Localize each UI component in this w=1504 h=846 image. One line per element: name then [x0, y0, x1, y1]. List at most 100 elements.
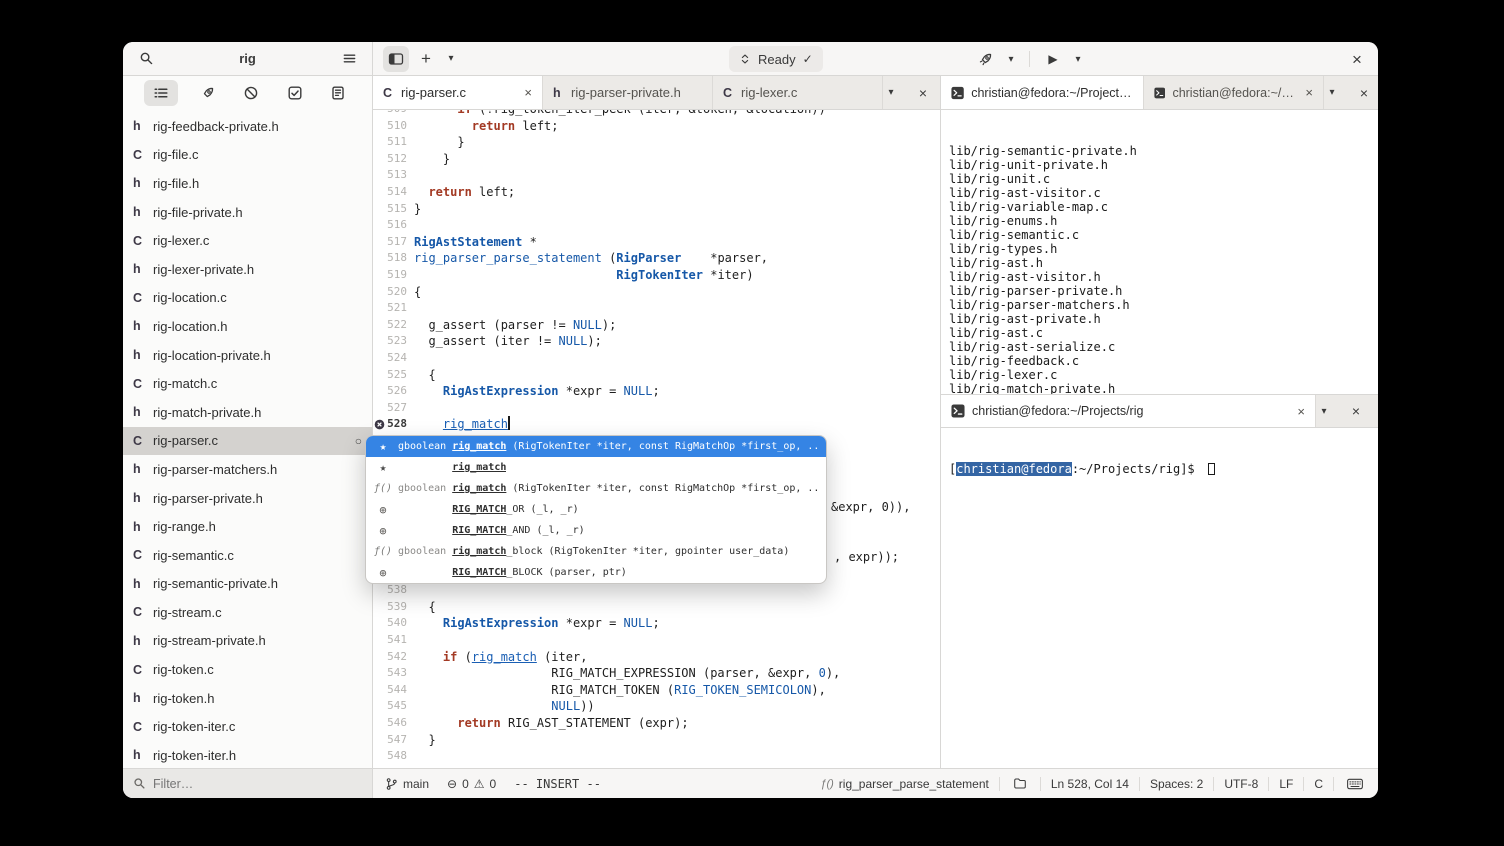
terminal-bottom-tab-list-dropdown[interactable]: ▾: [1316, 398, 1332, 424]
file-row[interactable]: Crig-token-iter.c: [123, 712, 372, 741]
editor-tab[interactable]: h rig-parser-private.h: [543, 76, 713, 109]
file-row[interactable]: h rig-lexer-private.h: [123, 255, 372, 284]
file-row[interactable]: h rig-file.h: [123, 169, 372, 198]
close-icon[interactable]: ×: [524, 85, 532, 100]
code-line: 516: [373, 217, 940, 234]
file-row[interactable]: h rig-location.h: [123, 312, 372, 341]
terminal-bottom[interactable]: [christian@fedora:~/Projects/rig]$: [941, 428, 1378, 768]
file-row[interactable]: Crig-file.c: [123, 141, 372, 170]
file-row[interactable]: h rig-feedback-private.h: [123, 112, 372, 141]
tab-list-dropdown[interactable]: ▾: [883, 80, 899, 106]
search-button[interactable]: [133, 46, 159, 72]
file-row[interactable]: Crig-semantic.c: [123, 541, 372, 570]
file-row[interactable]: h rig-semantic-private.h: [123, 570, 372, 599]
line-ending-setting[interactable]: LF: [1279, 777, 1293, 791]
file-name: rig-token.h: [153, 690, 215, 706]
editor-tab[interactable]: Crig-lexer.c: [713, 76, 883, 109]
file-row[interactable]: Crig-lexer.c: [123, 226, 372, 255]
new-page-button[interactable]: +: [413, 46, 439, 72]
prompt-user: christian@fedora: [956, 462, 1072, 476]
close-frame-button[interactable]: ×: [915, 80, 931, 106]
run-view-button[interactable]: [195, 80, 221, 106]
code-line: 525 {: [373, 367, 940, 384]
completion-item[interactable]: ƒ() gboolean rig_match_block (RigTokenIte…: [366, 541, 826, 562]
build-dropdown[interactable]: ▾: [1003, 46, 1019, 72]
terminal-bottom-close-frame-button[interactable]: ×: [1348, 398, 1364, 424]
menu-button[interactable]: [336, 46, 362, 72]
code-line: 518 rig_parser_parse_statement (RigParser…: [373, 250, 940, 267]
outline-view-button[interactable]: [143, 80, 178, 106]
error-icon: ⊖: [447, 776, 458, 791]
file-row[interactable]: h rig-location-private.h: [123, 341, 372, 370]
code-line: 544 RIG_MATCH_TOKEN (RIG_TOKEN_SEMICOLON…: [373, 682, 940, 699]
terminal-close-frame-button[interactable]: ×: [1356, 80, 1372, 106]
file-row[interactable]: Crig-location.c: [123, 284, 372, 313]
editor-tab[interactable]: Crig-parser.c ×: [373, 76, 543, 109]
encoding-setting[interactable]: UTF-8: [1224, 777, 1258, 791]
line-number: 528: [373, 416, 407, 433]
file-name: rig-feedback-private.h: [153, 118, 279, 134]
function-icon: ƒ(): [373, 483, 393, 494]
notes-view-button[interactable]: [325, 80, 351, 106]
file-row[interactable]: h rig-parser-private.h: [123, 484, 372, 513]
file-name: rig-location.c: [153, 290, 227, 306]
tests-view-button[interactable]: [282, 80, 308, 106]
terminal-tab[interactable]: christian@fedora:~/Projects/rig: [941, 76, 1144, 109]
current-symbol[interactable]: ƒ() rig_parser_parse_statement: [820, 777, 989, 791]
file-row[interactable]: h rig-match-private.h: [123, 398, 372, 427]
terminal-icon: [951, 86, 964, 99]
line-number: 513: [387, 168, 407, 182]
file-name: rig-range.h: [153, 519, 216, 535]
close-icon[interactable]: ×: [1305, 85, 1313, 100]
completion-item[interactable]: ƒ() gboolean rig_match (RigTokenIter *ite…: [366, 478, 826, 499]
omnibar[interactable]: Ready ✓: [729, 46, 823, 72]
window-close-button[interactable]: ×: [1344, 46, 1370, 72]
file-row[interactable]: Crig-token.c: [123, 655, 372, 684]
build-button[interactable]: [973, 46, 999, 72]
cursor-position[interactable]: Ln 528, Col 14: [1051, 777, 1129, 791]
diagnostics-indicator[interactable]: ⊖ 0 ⚠ 0: [447, 777, 496, 791]
terminal-icon: [1154, 87, 1166, 98]
desktop: rig + ▾ Ready ✓ ▾ ▶ ▾ × h rig-feedback-p…: [0, 0, 1504, 846]
file-row[interactable]: h rig-token-iter.h: [123, 741, 372, 768]
run-button[interactable]: ▶: [1040, 46, 1066, 72]
file-row[interactable]: h rig-stream-private.h: [123, 627, 372, 656]
run-dropdown[interactable]: ▾: [1070, 46, 1086, 72]
file-type-icon: C: [133, 605, 143, 620]
completion-item[interactable]: ★ rig_match: [366, 457, 826, 478]
file-row[interactable]: Crig-match.c: [123, 369, 372, 398]
file-row[interactable]: h rig-token.h: [123, 684, 372, 713]
new-page-dropdown[interactable]: ▾: [443, 46, 459, 72]
terminal-top[interactable]: lib/rig-semantic-private.h lib/rig-unit-p…: [941, 110, 1378, 394]
file-row[interactable]: Crig-stream.c: [123, 598, 372, 627]
close-icon[interactable]: ×: [1297, 404, 1305, 419]
file-row[interactable]: h rig-file-private.h: [123, 198, 372, 227]
completion-item[interactable]: ★ gboolean rig_match (RigTokenIter *iter,…: [366, 436, 826, 457]
file-row[interactable]: h rig-parser-matchers.h: [123, 455, 372, 484]
branch-indicator[interactable]: main: [385, 777, 429, 791]
filter-input[interactable]: [153, 776, 333, 791]
completion-item[interactable]: ⊕ RIG_MATCH_AND (_l, _r): [366, 520, 826, 541]
indentation-setting[interactable]: Spaces: 2: [1150, 777, 1203, 791]
file-row[interactable]: h rig-range.h: [123, 512, 372, 541]
code-line: 522 g_assert (parser != NULL);: [373, 317, 940, 334]
language-setting[interactable]: C: [1314, 777, 1323, 791]
terminal-tab[interactable]: christian@fedora:~/Projects ×: [1144, 76, 1324, 109]
code-line: 545 NULL)): [373, 698, 940, 715]
code-line: 528 rig_match: [373, 416, 940, 433]
file-type-icon: C: [133, 290, 143, 305]
run-controls: ▾ ▶ ▾: [973, 46, 1086, 72]
toggle-sidebar-button[interactable]: [383, 45, 409, 72]
terminal-tab-list-dropdown[interactable]: ▾: [1324, 80, 1340, 106]
editor-tab-strip: Crig-parser.c × h rig-parser-private.h Crig-…: [373, 76, 883, 109]
terminal-tab[interactable]: christian@fedora:~/Projects/rig ×: [941, 395, 1316, 427]
diagnostics-view-button[interactable]: [238, 80, 264, 106]
keyboard-settings-button[interactable]: [1344, 774, 1366, 794]
file-row[interactable]: Crig-parser.c ○: [123, 426, 372, 456]
error-count: 0: [462, 776, 469, 791]
completion-item[interactable]: ⊕ RIG_MATCH_BLOCK (parser, ptr): [366, 562, 826, 583]
project-folder-button[interactable]: [1010, 774, 1030, 794]
completion-item[interactable]: ⊕ RIG_MATCH_OR (_l, _r): [366, 499, 826, 520]
file-type-icon: h: [133, 205, 141, 220]
line-number: 509: [373, 110, 407, 118]
